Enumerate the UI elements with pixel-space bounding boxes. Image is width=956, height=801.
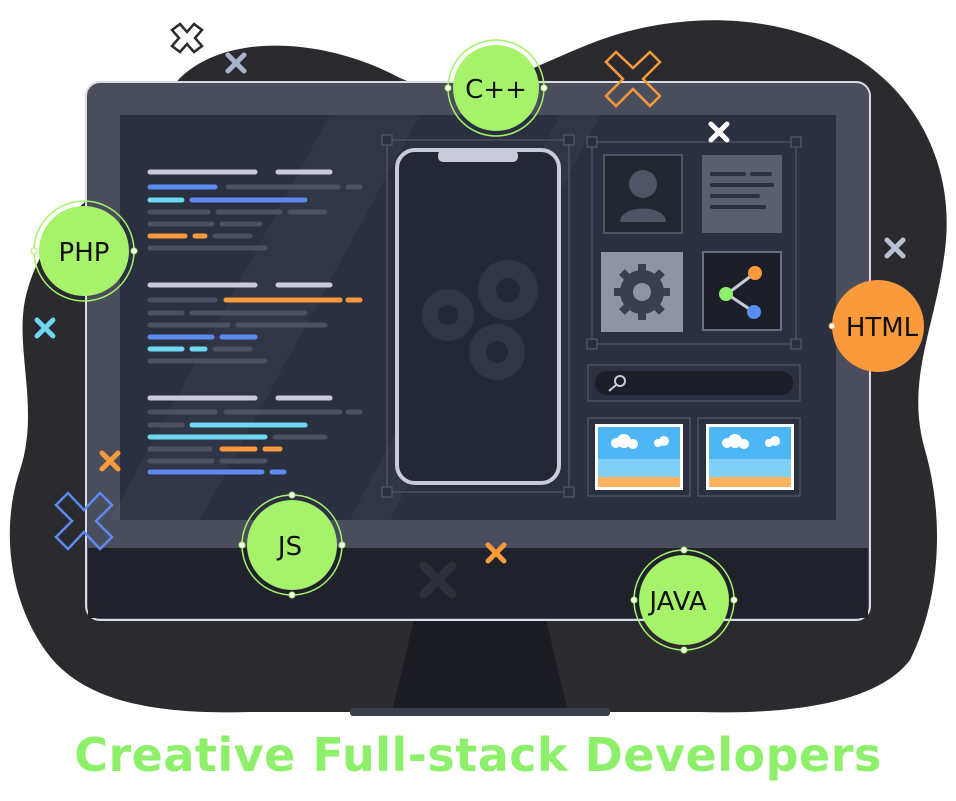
share-tile: [702, 251, 782, 331]
phone-notch: [438, 150, 518, 162]
landscape-image-icon: [706, 424, 794, 490]
java-label: JAVA: [647, 587, 706, 617]
js-label: JS: [276, 532, 302, 562]
html-label: HTML: [846, 313, 919, 343]
cross-mark-icon: [170, 22, 204, 54]
landscape-image-icon: [595, 424, 683, 490]
tagline: Creative Full-stack Developers: [74, 728, 882, 782]
illustration: C++ PHP HTML JS JAVA: [9, 20, 947, 716]
php-label: PHP: [59, 238, 110, 268]
monitor-base: [350, 708, 610, 716]
gear-icon: [614, 264, 670, 320]
phone-mockup: [395, 148, 561, 485]
cpp-label: C++: [465, 75, 527, 105]
monitor-stand: [392, 615, 568, 712]
